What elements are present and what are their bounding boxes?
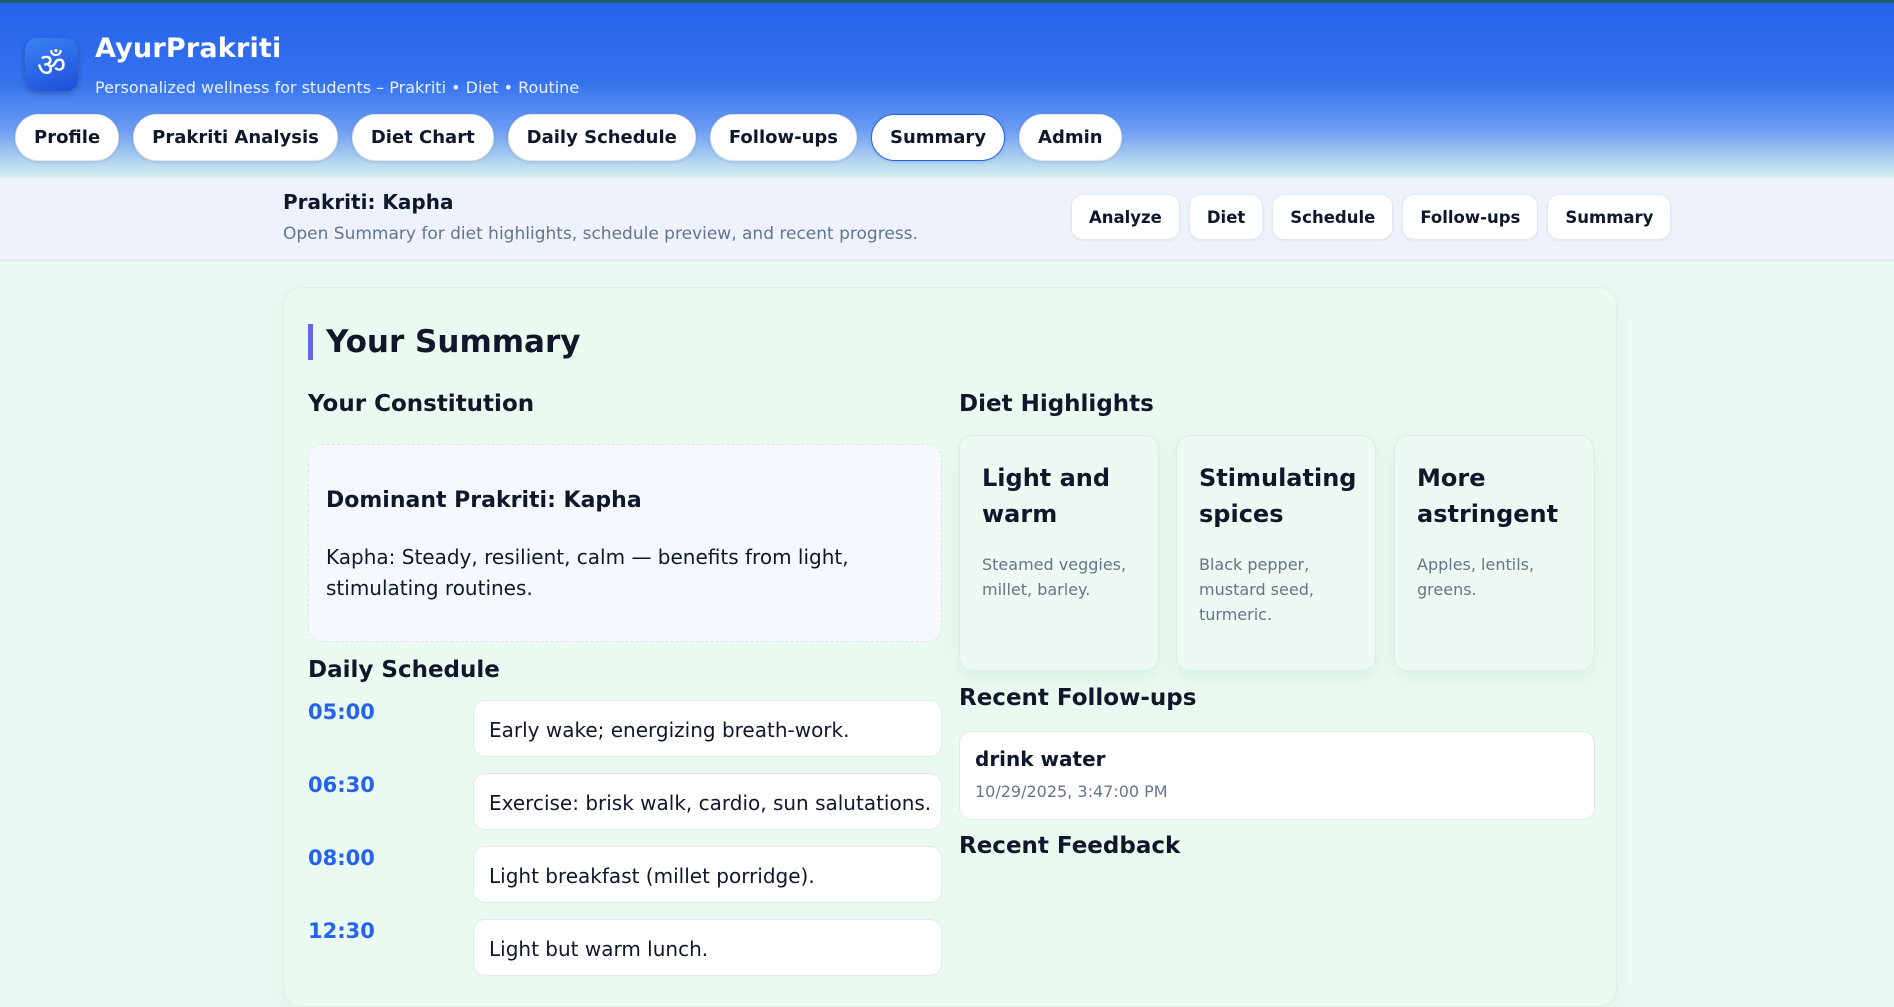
nav-follow-ups[interactable]: Follow-ups [709,114,857,161]
nav-daily-schedule[interactable]: Daily Schedule [507,114,696,161]
schedule-heading: Daily Schedule [308,657,500,683]
prakriti-strip: Prakriti: Kapha Open Summary for diet hi… [0,178,1894,261]
summary-title: Your Summary [308,324,580,360]
quick-diet-button[interactable]: Diet [1188,194,1264,240]
diet-card-name: Light and warm [982,464,1111,528]
diet-card-items: Apples, lentils, greens. [1417,555,1535,599]
nav-admin[interactable]: Admin [1019,114,1122,161]
schedule-row: 08:00 Light breakfast (millet porridge). [308,846,942,904]
follow-up-date: 10/29/2025, 3:47:00 PM [975,782,1168,801]
diet-card-more-astringent: More astringent Apples, lentils, greens. [1394,435,1594,671]
prakriti-hint: Open Summary for diet highlights, schedu… [283,224,918,244]
diet-card-name: Stimulating spices [1199,464,1357,528]
follow-up-name: drink water [975,747,1106,771]
follow-up-item: drink water 10/29/2025, 3:47:00 PM [959,731,1595,820]
om-logo-icon: ॐ [25,38,78,91]
schedule-row: 12:30 Light but warm lunch. [308,919,942,977]
schedule-time: 08:00 [308,846,375,870]
summary-card: Your Summary Your Constitution Dominant … [283,287,1617,1007]
quick-schedule-button[interactable]: Schedule [1272,194,1394,240]
recent-follow-ups-heading: Recent Follow-ups [959,685,1197,711]
schedule-activity: Light but warm lunch. [473,919,942,976]
schedule-activity: Exercise: brisk walk, cardio, sun saluta… [473,773,942,830]
constitution-box: Dominant Prakriti: Kapha Kapha: Steady, … [308,444,942,642]
nav-diet-chart[interactable]: Diet Chart [351,114,494,161]
recent-feedback-heading: Recent Feedback [959,833,1181,859]
quick-analyze-button[interactable]: Analyze [1071,194,1180,240]
app-subtitle: Personalized wellness for students – Pra… [95,78,580,97]
diet-card-items: Steamed veggies, millet, barley. [982,555,1127,599]
schedule-time: 06:30 [308,773,375,797]
diet-card-items: Black pepper, mustard seed, turmeric. [1199,555,1314,624]
main-nav: Profile Prakriti Analysis Diet Chart Dai… [15,114,1122,161]
quick-summary-button[interactable]: Summary [1547,194,1672,240]
schedule-activity: Early wake; energizing breath-work. [473,700,942,757]
diet-card-light-warm: Light and warm Steamed veggies, millet, … [959,435,1159,671]
schedule-time: 05:00 [308,700,375,724]
diet-card-stimulating-spices: Stimulating spices Black pepper, mustard… [1176,435,1376,671]
prakriti-status: Prakriti: Kapha [283,190,454,214]
quick-links: Analyze Diet Schedule Follow-ups Summary [1071,194,1672,240]
diet-card-name: More astringent [1417,464,1559,528]
nav-profile[interactable]: Profile [15,114,120,161]
schedule-time: 12:30 [308,919,375,943]
constitution-heading: Your Constitution [308,391,535,417]
diet-highlights-heading: Diet Highlights [959,391,1154,417]
app-title: AyurPrakriti [95,33,282,64]
nav-prakriti-analysis[interactable]: Prakriti Analysis [133,114,338,161]
quick-follow-ups-button[interactable]: Follow-ups [1402,194,1539,240]
nav-summary[interactable]: Summary [871,114,1006,161]
prakriti-description: Kapha: Steady, resilient, calm — benefit… [326,545,849,600]
schedule-row: 06:30 Exercise: brisk walk, cardio, sun … [308,773,942,831]
schedule-row: 05:00 Early wake; energizing breath-work… [308,700,942,758]
dominant-prakriti: Dominant Prakriti: Kapha [326,488,642,513]
app-header: ॐ AyurPrakriti Personalized wellness for… [0,0,1894,178]
schedule-activity: Light breakfast (millet porridge). [473,846,942,903]
